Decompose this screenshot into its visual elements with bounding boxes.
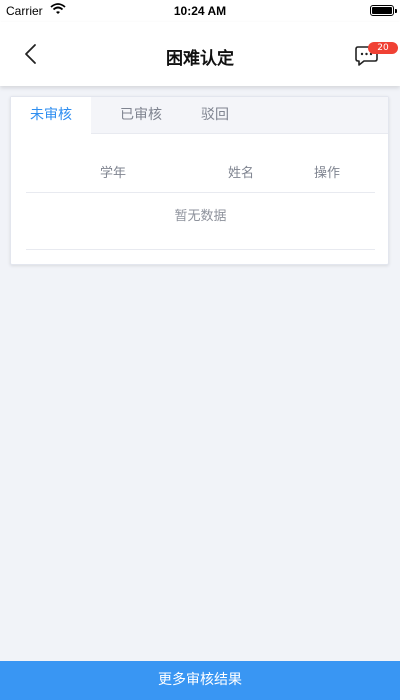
review-card: 未审核 已审核 驳回 学年 姓名 操作 暂无数据 [10,96,389,265]
status-bar: Carrier 10:24 AM [0,0,400,22]
tab-bar: 未审核 已审核 驳回 [11,97,388,134]
column-header-name: 姓名 [228,166,255,181]
battery-icon [370,5,397,16]
page-title: 困难认定 [166,49,234,69]
column-header-action: 操作 [314,166,341,181]
message-count-badge: 20 [368,42,398,54]
tab-rejected[interactable]: 驳回 [176,97,254,134]
tab-pending[interactable]: 未审核 [11,97,91,134]
table-header: 学年 姓名 操作 [26,156,375,193]
status-time: 10:24 AM [173,4,227,18]
column-header-year: 学年 [100,166,127,181]
more-results-button[interactable]: 更多审核结果 [0,661,400,700]
empty-state-text: 暂无数据 [26,193,375,250]
navigation-bar: 困难认定 20 [0,22,400,86]
tab-reviewed[interactable]: 已审核 [101,97,181,134]
